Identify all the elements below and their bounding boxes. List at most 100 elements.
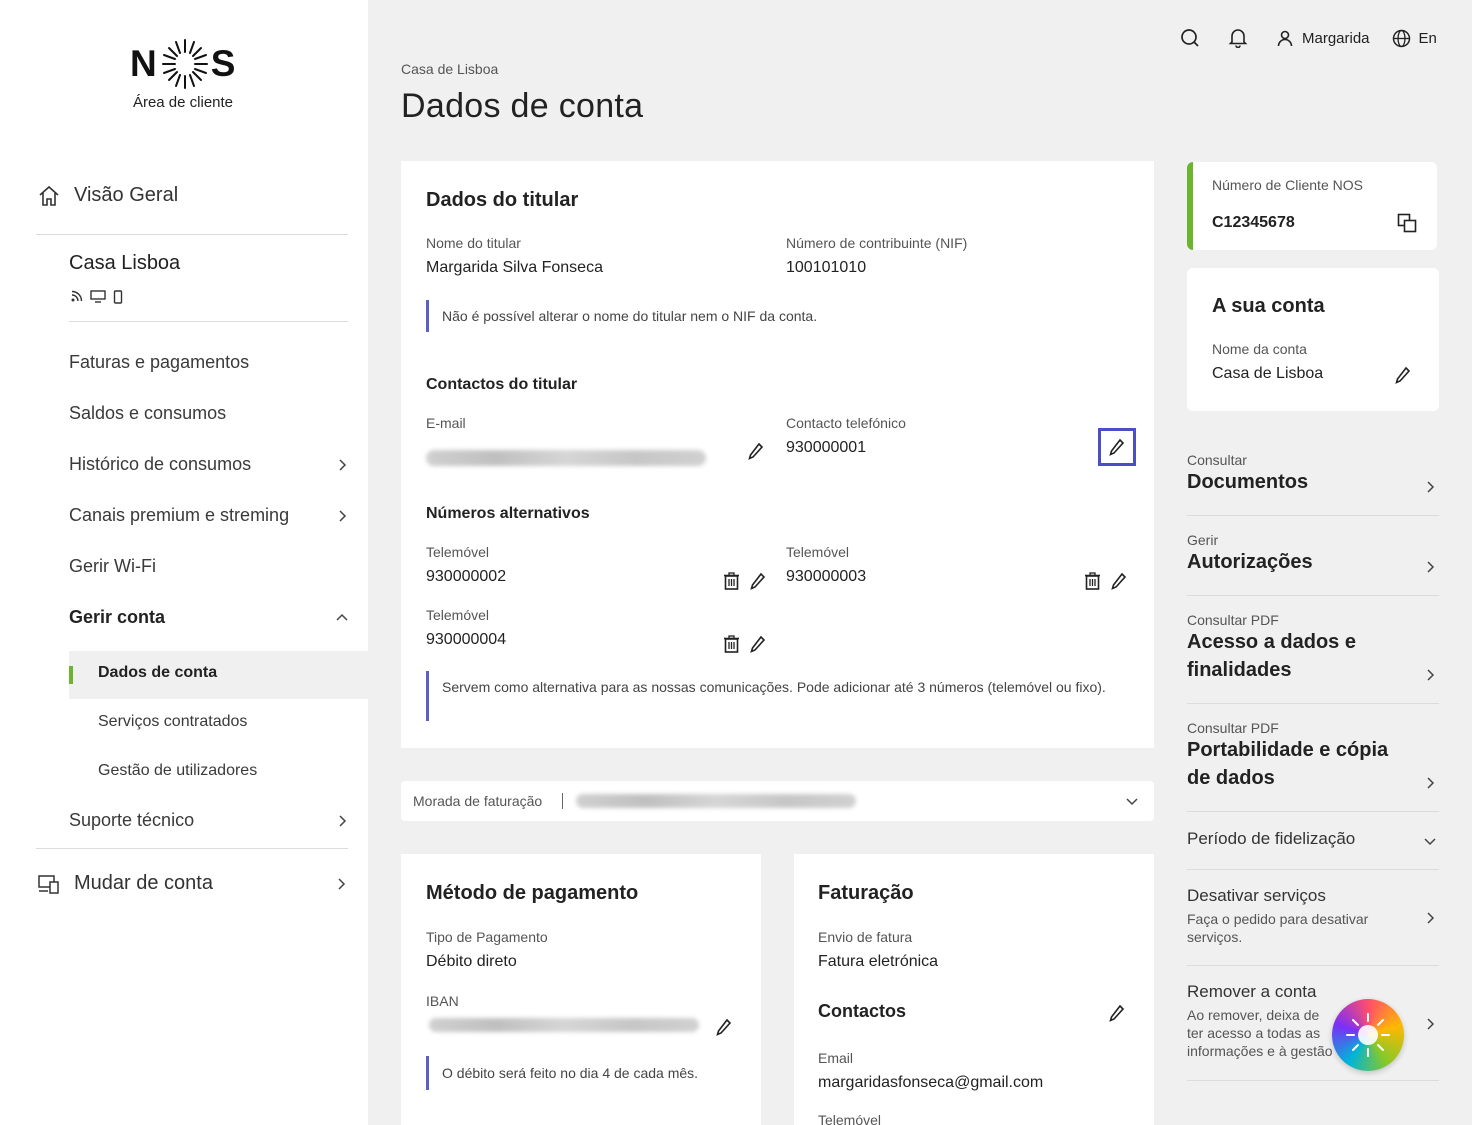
- chevron-right-icon: [1427, 561, 1435, 573]
- divider: [69, 321, 348, 322]
- nav-premium-label: Canais premium e streming: [69, 505, 290, 525]
- nav-balances[interactable]: Saldos e consumos: [69, 403, 226, 424]
- logo-subtitle: Área de cliente: [132, 94, 234, 111]
- pencil-icon: [1111, 572, 1127, 590]
- account-name-value: Casa de Lisboa: [1212, 365, 1324, 382]
- nav-premium[interactable]: Canais premium e streming: [69, 505, 349, 526]
- logo-letter-s: S: [210, 43, 238, 84]
- search-icon: [1181, 29, 1199, 47]
- subnav-users[interactable]: Gestão de utilizadores: [98, 762, 257, 780]
- link-portability[interactable]: Consultar PDF Portabilidade e cópia de d…: [1187, 720, 1439, 810]
- edit-email-button[interactable]: [746, 441, 766, 461]
- home-icon: [39, 185, 59, 206]
- trash-icon: [723, 635, 739, 653]
- your-account-card: A sua conta Nome da conta Casa de Lisboa: [1187, 268, 1439, 411]
- link-authorizations[interactable]: Gerir Autorizações: [1187, 532, 1439, 596]
- nav-support-label: Suporte técnico: [69, 810, 195, 830]
- nav-overview[interactable]: Visão Geral: [38, 184, 178, 207]
- nav-manage-account-label: Gerir conta: [69, 607, 166, 627]
- nif-value: 100101010: [786, 259, 867, 276]
- tv-icon: [90, 290, 106, 303]
- nav-support[interactable]: Suporte técnico: [69, 810, 349, 831]
- iban-value-blurred: [429, 1018, 699, 1032]
- search-button[interactable]: [1180, 28, 1200, 48]
- nav-switch-account[interactable]: Mudar de conta: [38, 872, 348, 895]
- edit-iban-button[interactable]: [714, 1017, 734, 1037]
- nav-history-label: Histórico de consumos: [69, 454, 252, 474]
- link-documents-small: Consultar: [1187, 452, 1247, 468]
- iban-label: IBAN: [426, 993, 459, 1009]
- client-number-value: C12345678: [1212, 214, 1295, 231]
- alt-number-value: 930000003: [786, 568, 867, 585]
- accent-bar: [1187, 162, 1193, 250]
- link-portability-small: Consultar PDF: [1187, 720, 1279, 736]
- subnav-account-data[interactable]: Dados de conta: [69, 651, 368, 699]
- phone-label: Contacto telefónico: [786, 415, 906, 431]
- alt-numbers-title: Números alternativos: [426, 505, 590, 522]
- link-data-access-small: Consultar PDF: [1187, 612, 1279, 628]
- alt-number-value: 930000002: [426, 568, 507, 585]
- pencil-icon: [1109, 438, 1125, 456]
- edit-invoicing-contacts-button[interactable]: [1107, 1003, 1127, 1023]
- invoicing-contacts-title: Contactos: [818, 1001, 907, 1021]
- nav-history[interactable]: Histórico de consumos: [69, 454, 349, 475]
- alt-number-label: Telemóvel: [786, 544, 850, 560]
- chevron-right-icon: [339, 509, 347, 522]
- edit-alt-number-button[interactable]: [748, 571, 768, 591]
- edit-alt-number-button[interactable]: [748, 634, 768, 654]
- phone-value: 930000001: [786, 439, 867, 456]
- account-name-label: Nome da conta: [1212, 341, 1307, 357]
- breadcrumb[interactable]: Casa de Lisboa: [401, 61, 498, 77]
- nav-manage-account[interactable]: Gerir conta: [69, 607, 349, 628]
- delete-alt-number-button[interactable]: [1082, 571, 1102, 591]
- link-documents[interactable]: Consultar Documentos: [1187, 452, 1439, 516]
- nos-logo[interactable]: N S Área de cliente: [130, 38, 240, 111]
- assistant-button[interactable]: [1332, 999, 1404, 1071]
- pencil-icon: [750, 572, 766, 590]
- copy-client-number-button[interactable]: [1397, 213, 1417, 233]
- link-data-access[interactable]: Consultar PDF Acesso a dados e finalidad…: [1187, 612, 1439, 702]
- chevron-right-icon: [338, 877, 346, 890]
- delete-alt-number-button[interactable]: [721, 634, 741, 654]
- chevron-right-icon: [339, 814, 347, 827]
- pencil-icon: [1395, 366, 1411, 384]
- alt-number-value: 930000004: [426, 631, 507, 648]
- switch-account-icon: [38, 874, 59, 894]
- nav-wifi[interactable]: Gerir Wi-Fi: [69, 556, 156, 577]
- loyalty-period-accordion[interactable]: Período de fidelização: [1187, 829, 1439, 859]
- edit-account-name-button[interactable]: [1393, 365, 1413, 385]
- email-value-blurred: [426, 450, 706, 466]
- alt-numbers-note: Servem como alternativa para as nossas c…: [426, 671, 1126, 721]
- holder-note: Não é possível alterar o nome do titular…: [426, 300, 1116, 332]
- page-title: Dados de conta: [401, 87, 644, 125]
- deactivate-services-link[interactable]: Desativar serviços Faça o pedido para de…: [1187, 886, 1439, 952]
- alt-number-label: Telemóvel: [426, 607, 490, 623]
- divider: [1187, 811, 1439, 812]
- language-selector[interactable]: En: [1392, 29, 1437, 48]
- subnav-services[interactable]: Serviços contratados: [98, 713, 247, 731]
- edit-phone-button[interactable]: [1098, 428, 1136, 466]
- pencil-icon: [750, 635, 766, 653]
- payment-type-label: Tipo de Pagamento: [426, 929, 548, 945]
- logo-letter-n: N: [130, 43, 159, 84]
- holder-name-label: Nome do titular: [426, 235, 521, 251]
- chevron-down-icon: [1424, 838, 1436, 846]
- user-menu[interactable]: Margarida: [1276, 29, 1370, 47]
- pencil-icon: [1109, 1004, 1125, 1022]
- divider: [1187, 703, 1439, 704]
- payment-note: O débito será feito no dia 4 de cada mês…: [426, 1056, 736, 1090]
- invoice-send-value: Fatura eletrónica: [818, 953, 939, 970]
- divider: [1187, 965, 1439, 966]
- pencil-icon: [716, 1018, 732, 1036]
- notifications-button[interactable]: [1228, 28, 1248, 48]
- holder-name-value: Margarida Silva Fonseca: [426, 259, 603, 276]
- invoice-send-label: Envio de fatura: [818, 929, 913, 945]
- billing-address-accordion[interactable]: Morada de faturação: [401, 781, 1154, 821]
- deactivate-services-title: Desativar serviços: [1187, 886, 1326, 905]
- link-authorizations-title: Autorizações: [1187, 551, 1313, 573]
- payment-card: Método de pagamento Tipo de Pagamento Dé…: [401, 854, 761, 1125]
- nav-invoices[interactable]: Faturas e pagamentos: [69, 352, 249, 373]
- delete-alt-number-button[interactable]: [721, 571, 741, 591]
- edit-alt-number-button[interactable]: [1109, 571, 1129, 591]
- trash-icon: [723, 572, 739, 590]
